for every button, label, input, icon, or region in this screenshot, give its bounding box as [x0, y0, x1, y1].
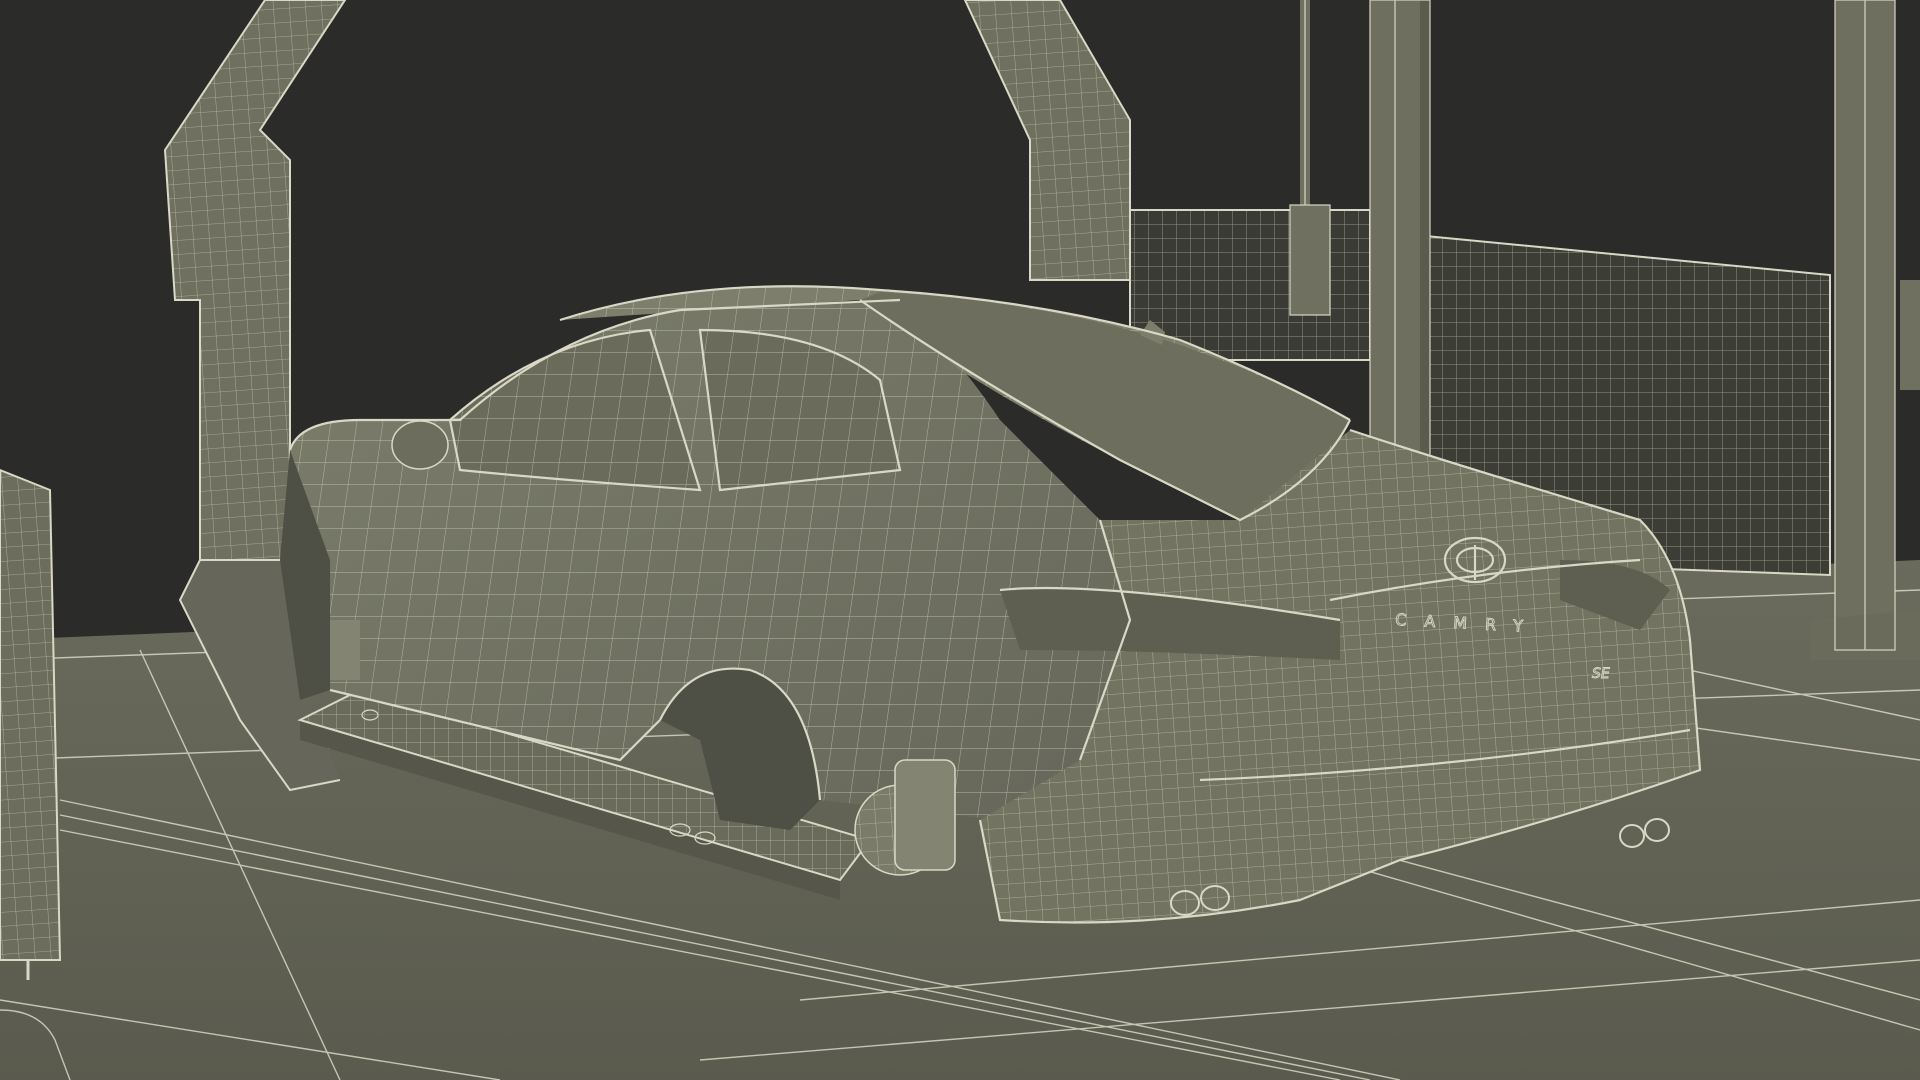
render-viewport: CAMRY SE: [0, 0, 1920, 1080]
wireframe-scene: CAMRY SE: [0, 0, 1920, 1080]
side-cabinet: [0, 468, 62, 980]
trim-badge: SE: [1592, 666, 1610, 682]
